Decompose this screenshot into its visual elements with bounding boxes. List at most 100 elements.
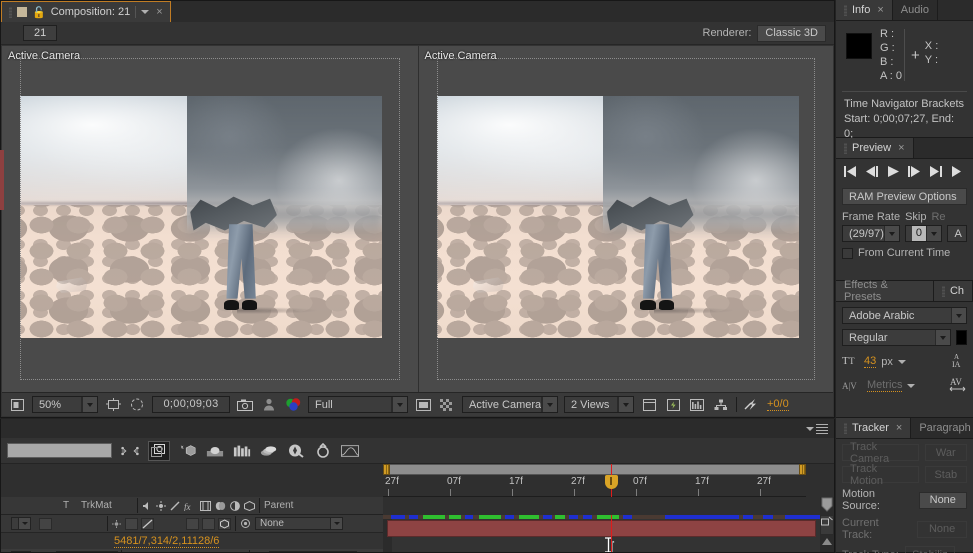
comp-flowchart-icon[interactable] bbox=[712, 397, 730, 413]
tab-info[interactable]: Info × bbox=[836, 0, 893, 20]
tab-tracker[interactable]: Tracker × bbox=[836, 418, 912, 438]
expression-value[interactable]: 5481/7,314/2,11128/6 bbox=[114, 535, 220, 548]
stabilize-motion-button[interactable]: Stab bbox=[924, 466, 967, 483]
expression-value-row[interactable]: 5481/7,314/2,11128/6 bbox=[1, 533, 383, 549]
search-input[interactable] bbox=[7, 443, 112, 458]
parent-dropdown[interactable]: None bbox=[255, 517, 343, 530]
trkmat-dropdown[interactable]: None bbox=[56, 551, 118, 552]
motion-blur-switch[interactable] bbox=[200, 551, 213, 552]
magnification-dropdown[interactable]: 50% bbox=[32, 396, 98, 413]
toggle-alpha-icon[interactable] bbox=[438, 397, 456, 413]
viewer-right[interactable]: Active Camera bbox=[417, 46, 833, 392]
comp-name-tag[interactable]: 21 bbox=[23, 25, 58, 41]
next-frame-icon[interactable] bbox=[908, 166, 921, 180]
parent-pickwhip-icon[interactable] bbox=[240, 518, 251, 529]
toggle-transparency-grid-icon[interactable] bbox=[414, 397, 432, 413]
shy-switch[interactable] bbox=[139, 551, 152, 552]
motion-source-dropdown[interactable]: None bbox=[918, 491, 967, 509]
layer-bar[interactable] bbox=[387, 520, 816, 537]
panel-grip-icon[interactable] bbox=[844, 142, 847, 154]
panel-menu-icon[interactable] bbox=[816, 422, 828, 436]
current-track-dropdown[interactable]: None bbox=[917, 520, 967, 538]
close-icon[interactable]: × bbox=[896, 422, 902, 434]
time-navigator-start-bracket[interactable] bbox=[383, 464, 390, 475]
always-preview-icon[interactable] bbox=[8, 397, 26, 413]
timeline-ruler[interactable]: 27f 07f 17f 27f 07f 17f 27f bbox=[383, 464, 806, 497]
frame-blending-icon[interactable] bbox=[206, 443, 224, 459]
tab-character[interactable]: Ch bbox=[933, 281, 973, 301]
camera-view-dropdown[interactable]: Active Camera bbox=[462, 396, 558, 413]
parent-dropdown[interactable]: None bbox=[269, 551, 357, 552]
time-ruler[interactable]: 27f 07f 17f 27f 07f 17f 27f bbox=[383, 476, 806, 497]
draft-3d-icon[interactable] bbox=[148, 440, 170, 461]
channel-rgb-icon[interactable] bbox=[284, 397, 302, 413]
previous-frame-icon[interactable] bbox=[866, 166, 879, 180]
resolution-dropdown[interactable]: Full bbox=[308, 396, 408, 413]
column-header-parent[interactable]: Parent bbox=[264, 500, 293, 511]
layer-t-switch[interactable] bbox=[39, 517, 52, 530]
mask-visibility-icon[interactable] bbox=[128, 397, 146, 413]
layer-expand-dropdown[interactable] bbox=[11, 517, 31, 530]
timeline-panel-menu[interactable] bbox=[800, 422, 834, 436]
brainstorm-icon[interactable] bbox=[314, 443, 332, 459]
panel-grip-icon[interactable] bbox=[9, 6, 12, 18]
chevron-down-icon[interactable] bbox=[806, 426, 814, 431]
comp-marker-icon[interactable] bbox=[820, 497, 834, 513]
tab-paragraph[interactable]: Paragraph bbox=[911, 418, 973, 438]
warp-stabilizer-button[interactable]: War bbox=[924, 444, 967, 461]
panel-grip-icon[interactable] bbox=[844, 422, 847, 434]
close-icon[interactable]: × bbox=[156, 6, 162, 18]
table-row[interactable]: None bbox=[1, 515, 383, 533]
column-header-t[interactable]: T bbox=[63, 500, 81, 511]
layer-expand-dropdown[interactable] bbox=[11, 551, 31, 552]
composition-tab[interactable]: 🔓 Composition: 21 × bbox=[1, 1, 171, 22]
ram-preview-icon[interactable] bbox=[952, 166, 962, 180]
pixel-aspect-correction-icon[interactable] bbox=[640, 397, 658, 413]
shy-switch[interactable] bbox=[125, 517, 138, 530]
layer-t-switch[interactable] bbox=[39, 551, 52, 552]
views-dropdown[interactable]: 2 Views bbox=[564, 396, 634, 413]
track-motion-button[interactable]: Track Motion bbox=[842, 463, 919, 487]
adjustment-switch[interactable] bbox=[216, 551, 229, 552]
current-time-field[interactable]: 0;00;09;03 bbox=[152, 396, 230, 413]
fill-color-swatch[interactable] bbox=[956, 330, 967, 345]
chevron-down-icon[interactable] bbox=[141, 10, 150, 14]
lock-icon[interactable]: 🔓 bbox=[32, 6, 46, 19]
region-of-interest-icon[interactable] bbox=[104, 397, 122, 413]
tab-audio[interactable]: Audio bbox=[892, 0, 938, 20]
track-camera-button[interactable]: Track Camera bbox=[842, 441, 919, 465]
tracking-icon[interactable]: AV bbox=[949, 376, 967, 395]
tab-effects-presets[interactable]: Effects & Presets bbox=[836, 279, 934, 303]
adjustment-switch[interactable] bbox=[202, 517, 215, 530]
font-style-dropdown[interactable]: Regular bbox=[842, 329, 951, 346]
show-snapshot-icon[interactable] bbox=[260, 397, 278, 413]
chevron-down-icon[interactable] bbox=[907, 383, 916, 388]
font-size-value[interactable]: 43 bbox=[864, 355, 877, 368]
fast-preview-value[interactable]: +0/0 bbox=[767, 398, 789, 411]
time-navigator-end-bracket[interactable] bbox=[799, 464, 806, 475]
table-row[interactable]: None None bbox=[1, 549, 383, 552]
last-frame-icon[interactable] bbox=[930, 166, 943, 180]
composition-mini-flowchart-icon[interactable] bbox=[121, 443, 139, 459]
time-navigator-bar[interactable] bbox=[383, 464, 806, 475]
leading-icon[interactable]: A IA bbox=[951, 352, 967, 371]
panel-grip-icon[interactable] bbox=[941, 285, 945, 297]
graph-curve-icon[interactable] bbox=[341, 443, 359, 459]
from-current-time-checkbox[interactable] bbox=[842, 247, 853, 259]
play-icon[interactable] bbox=[888, 166, 899, 180]
renderer-button[interactable]: Classic 3D bbox=[757, 24, 826, 42]
frame-rate-dropdown[interactable]: (29/97) bbox=[842, 225, 900, 242]
first-frame-icon[interactable] bbox=[844, 166, 857, 180]
cti-head-icon[interactable] bbox=[605, 475, 618, 489]
track-type-dropdown[interactable]: Stabiliz bbox=[904, 546, 955, 553]
panel-grip-icon[interactable] bbox=[844, 4, 847, 16]
viewer-left[interactable]: Active Camera bbox=[2, 46, 418, 392]
current-time-indicator[interactable] bbox=[605, 464, 618, 497]
ram-preview-options-button[interactable]: RAM Preview Options bbox=[842, 188, 967, 205]
motion-blur-icon[interactable] bbox=[233, 443, 251, 459]
motion-blur-switch[interactable] bbox=[186, 517, 199, 530]
fast-previews-icon[interactable] bbox=[664, 397, 682, 413]
scroll-up-arrow-icon[interactable] bbox=[821, 537, 833, 546]
timeline-track-area[interactable]: ⌠ bbox=[383, 515, 820, 552]
column-header-trkmat[interactable]: TrkMat bbox=[81, 500, 133, 511]
